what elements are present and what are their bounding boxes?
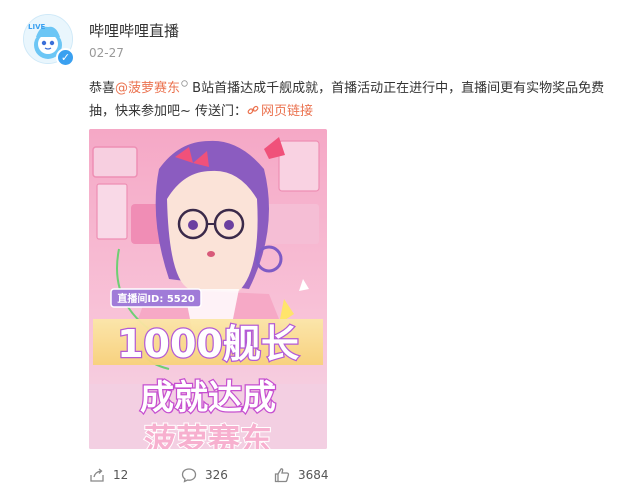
share-button[interactable]: 12 [89,467,128,483]
poster-illustration: 直播间ID: 5520 1000舰长 成就达成 菠萝赛东 [89,129,327,449]
poster-headline-2: 成就达成 [140,378,276,418]
comment-count: 326 [205,468,228,482]
share-icon [90,468,104,482]
like-button[interactable]: 3684 [274,467,329,483]
poster-name: 菠萝赛东 [144,421,272,449]
verified-icon: ✓ [56,48,75,67]
like-count: 3684 [298,468,329,482]
comment-button[interactable]: 326 [181,467,228,483]
post-text: 恭喜@菠萝赛东 B站首播达成千舰成就，首播活动正在进行中，直播间更有实物奖品免费… [89,77,609,123]
mention-badge-icon [181,79,188,87]
poster-headline-1: 1000舰长 [117,322,299,366]
post-text-prefix: 恭喜 [89,81,116,96]
mention-label: @菠萝赛东 [115,81,181,96]
link-icon [247,105,259,115]
share-count: 12 [113,468,129,482]
post-author-name[interactable]: 哔哩哔哩直播 [89,20,179,41]
comment-icon [181,468,197,483]
poster-room-label: 直播间ID: 5520 [117,292,194,305]
mention-link[interactable]: @菠萝赛东 [115,79,188,96]
weibo-post-card: LIVE ✓ 哔哩哔哩直播 02-27 恭喜@菠萝赛东 B站首播达成千舰成就，首… [0,0,641,500]
webpage-link-label: 网页链接 [261,104,314,119]
post-image[interactable]: 直播间ID: 5520 1000舰长 成就达成 菠萝赛东 [89,129,327,449]
post-actions: 12 326 3684 [89,467,349,489]
live-badge: LIVE [28,23,45,31]
webpage-link[interactable]: 网页链接 [247,104,313,119]
like-icon [274,468,290,483]
post-date[interactable]: 02-27 [89,46,124,60]
